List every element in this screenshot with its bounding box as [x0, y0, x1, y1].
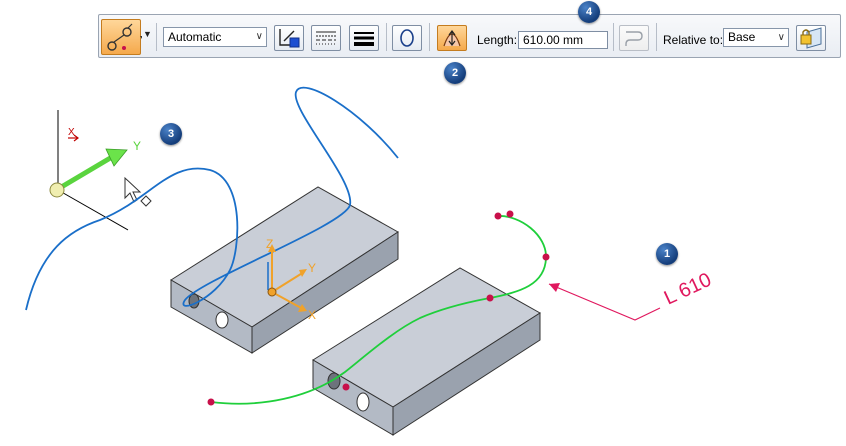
length-dimension[interactable]: L 610 [548, 269, 715, 321]
triad-y-label: Y [133, 139, 141, 153]
part-triad-x-label: X [308, 308, 316, 322]
callout-4: 4 [578, 1, 600, 23]
callout-3: 3 [160, 123, 182, 145]
part-triad-z-label: Z [266, 237, 273, 251]
callout-1: 1 [656, 243, 678, 265]
triad-x-label: X [68, 127, 75, 138]
dimension-text: L 610 [661, 269, 715, 310]
3d-viewport[interactable]: X Y Z Y X L 610 [0, 0, 846, 446]
block-lower[interactable] [312, 267, 541, 436]
callout-2: 2 [444, 62, 466, 84]
part-triad-y-label: Y [308, 261, 316, 275]
